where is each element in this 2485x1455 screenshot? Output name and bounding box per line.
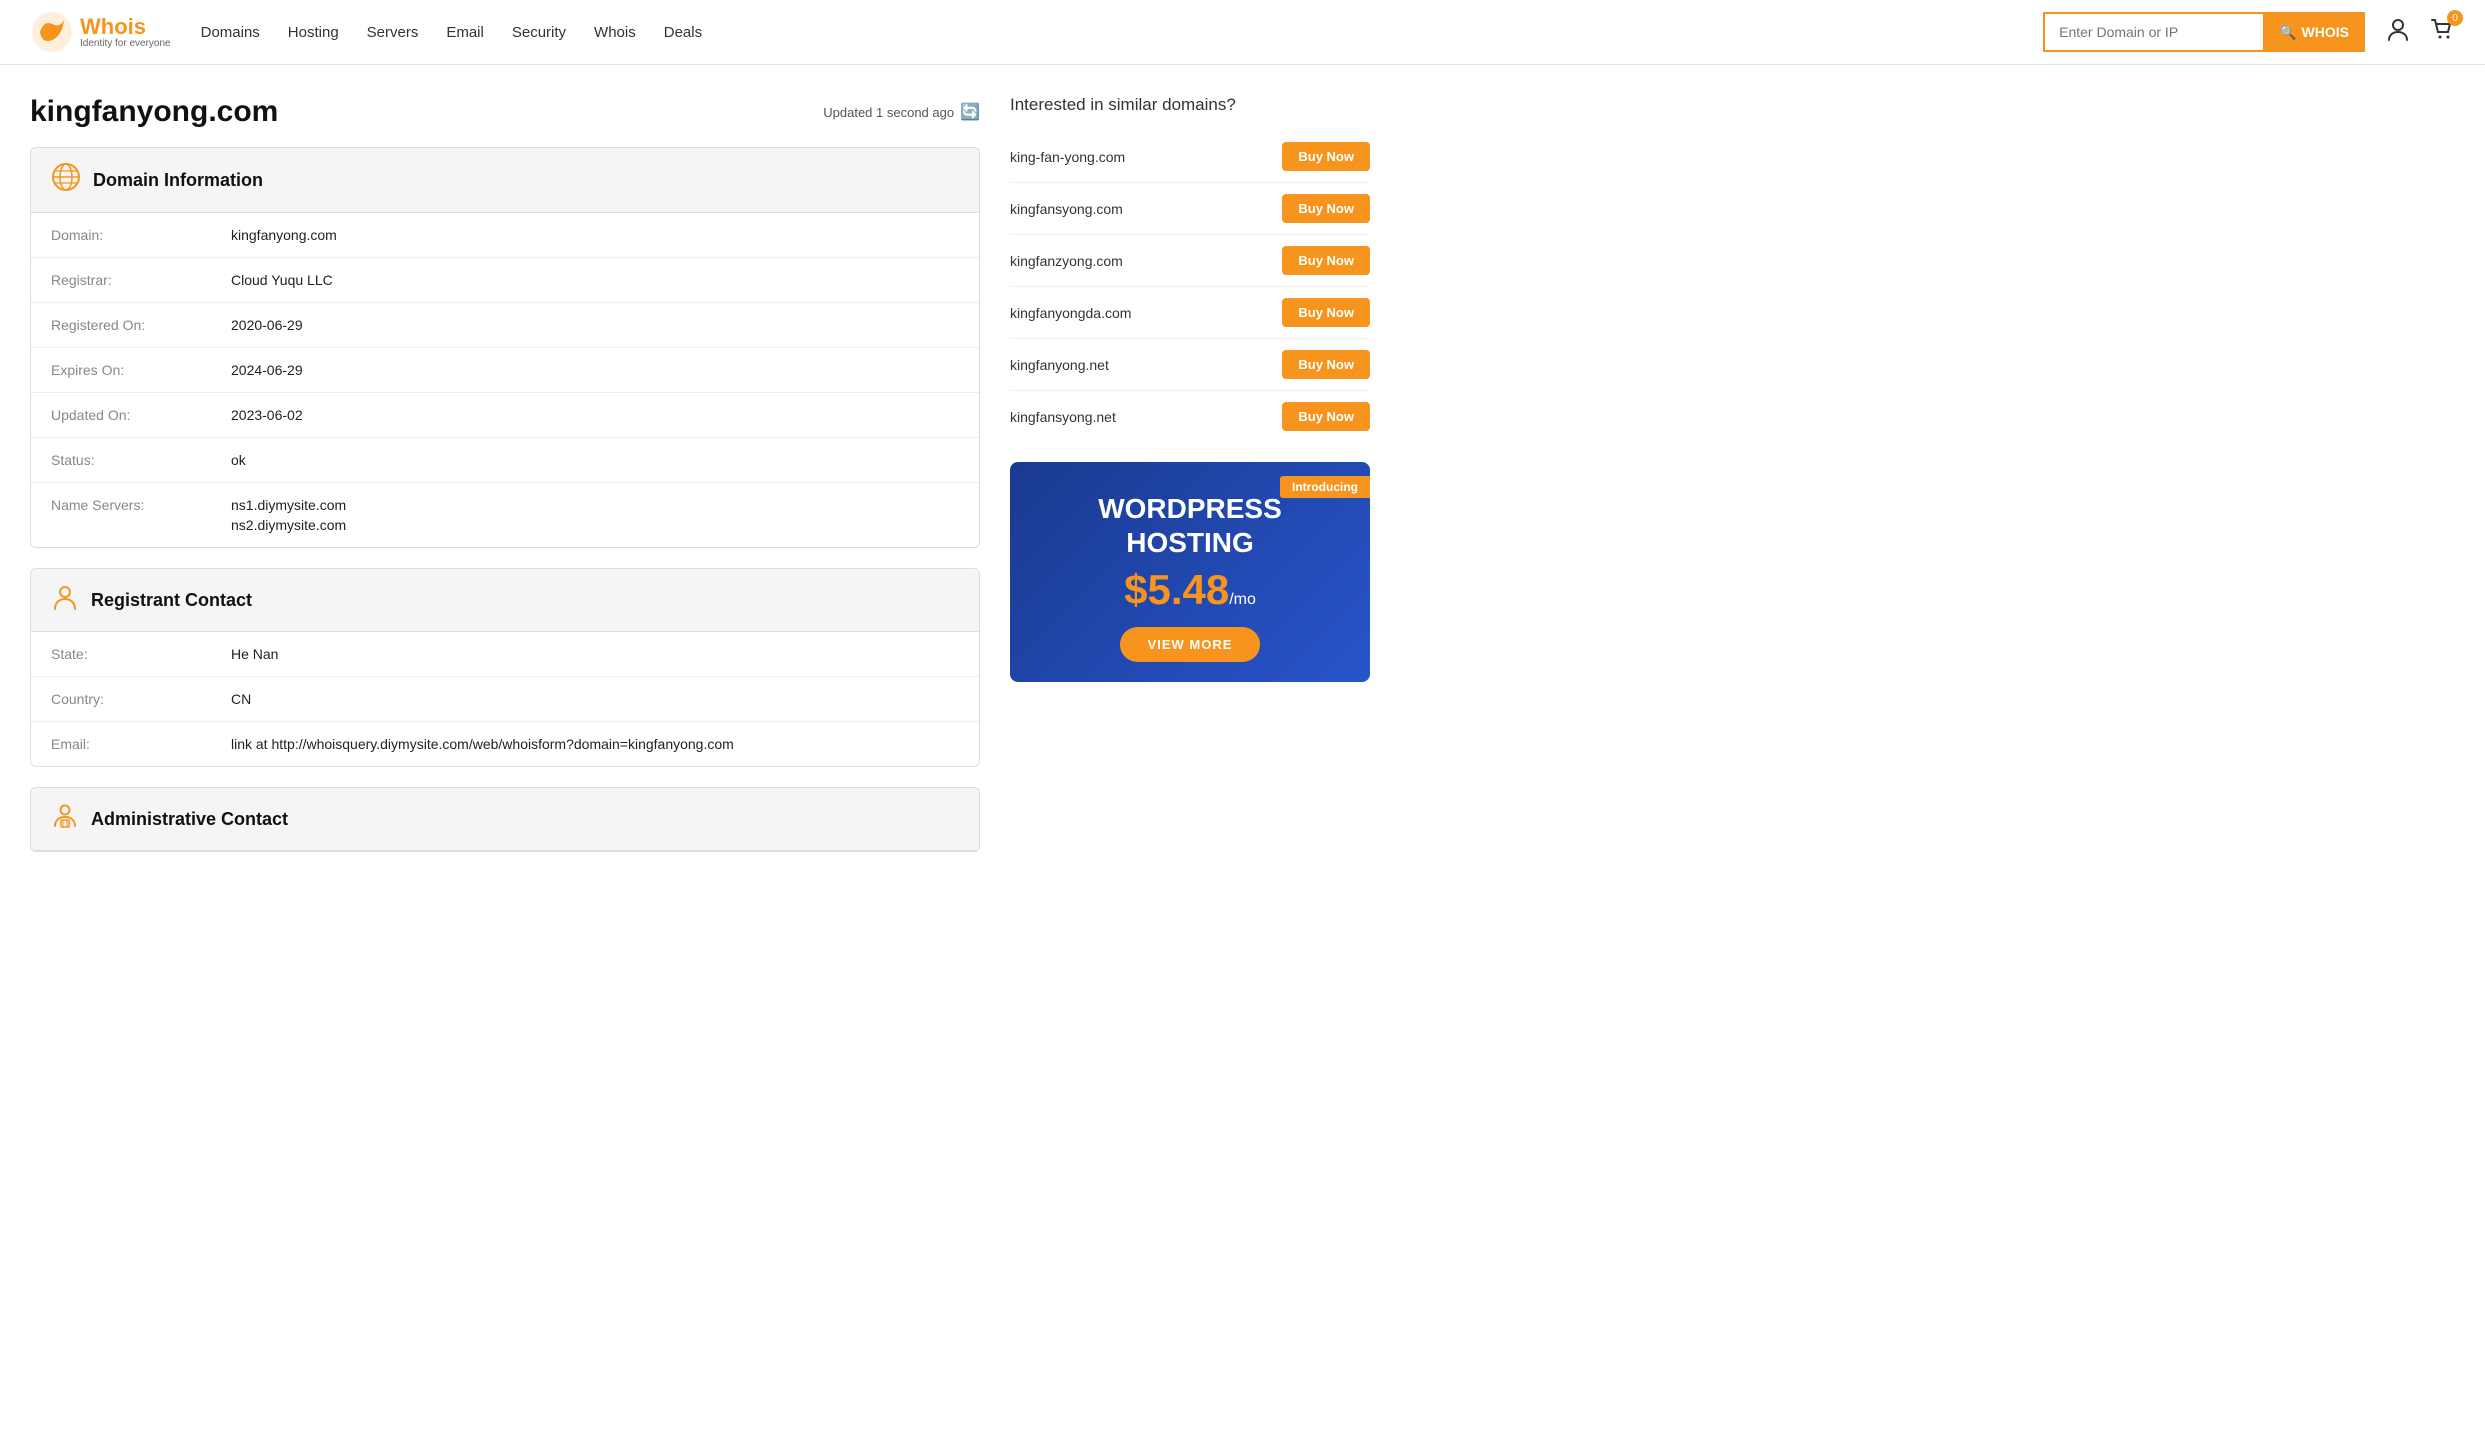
user-icon[interactable] (2385, 16, 2411, 48)
buy-now-button-1[interactable]: Buy Now (1282, 194, 1370, 223)
table-row: Status: ok (31, 438, 979, 483)
similar-domains-title: Interested in similar domains? (1010, 95, 1370, 115)
ad-price: $5.48/mo (1030, 569, 1350, 611)
buy-now-button-4[interactable]: Buy Now (1282, 350, 1370, 379)
main-nav: Domains Hosting Servers Email Security W… (201, 24, 2044, 41)
similar-domain-item: kingfansyong.com Buy Now (1010, 183, 1370, 235)
person-icon (51, 583, 79, 617)
admin-contact-card: Administrative Contact (30, 787, 980, 852)
table-row: Expires On: 2024-06-29 (31, 348, 979, 393)
refresh-icon[interactable]: 🔄 (960, 102, 980, 122)
site-header: Whois Identity for everyone Domains Host… (0, 0, 2485, 65)
buy-now-button-2[interactable]: Buy Now (1282, 246, 1370, 275)
domain-info-header: Domain Information (31, 148, 979, 213)
admin-contact-header: Administrative Contact (31, 788, 979, 851)
ad-banner: Introducing WORDPRESSHOSTING $5.48/mo VI… (1010, 462, 1370, 682)
domain-info-card: Domain Information Domain: kingfanyong.c… (30, 147, 980, 548)
similar-domain-item: kingfanzyong.com Buy Now (1010, 235, 1370, 287)
table-row: Email: link at http://whoisquery.diymysi… (31, 722, 979, 766)
ad-view-more-button[interactable]: VIEW MORE (1120, 627, 1261, 662)
ad-title: WORDPRESSHOSTING (1030, 492, 1350, 559)
table-row: State: He Nan (31, 632, 979, 677)
logo-name: Whois (80, 16, 171, 38)
logo-tagline: Identity for everyone (80, 38, 171, 49)
page-title: kingfanyong.com (30, 95, 278, 129)
similar-domains-list: king-fan-yong.com Buy Now kingfansyong.c… (1010, 131, 1370, 442)
table-row: Registered On: 2020-06-29 (31, 303, 979, 348)
sidebar: Interested in similar domains? king-fan-… (1010, 95, 1370, 872)
admin-contact-title: Administrative Contact (91, 809, 288, 830)
similar-domain-item: kingfanyongda.com Buy Now (1010, 287, 1370, 339)
www-icon (51, 162, 81, 198)
registrant-contact-card: Registrant Contact State: He Nan Country… (30, 568, 980, 767)
cart-icon[interactable]: 0 (2429, 16, 2455, 48)
buy-now-button-5[interactable]: Buy Now (1282, 402, 1370, 431)
table-row: Updated On: 2023-06-02 (31, 393, 979, 438)
page-content: kingfanyong.com Updated 1 second ago 🔄 (0, 65, 1400, 902)
admin-person-icon (51, 802, 79, 836)
registrant-contact-header: Registrant Contact (31, 569, 979, 632)
table-row: Registrar: Cloud Yuqu LLC (31, 258, 979, 303)
logo-icon (30, 10, 74, 54)
domain-info-title: Domain Information (93, 170, 263, 191)
search-button[interactable]: 🔍 WHOIS (2263, 12, 2365, 52)
nav-email[interactable]: Email (446, 24, 484, 41)
updated-status: Updated 1 second ago 🔄 (823, 102, 980, 122)
similar-domain-item: kingfansyong.net Buy Now (1010, 391, 1370, 442)
nav-security[interactable]: Security (512, 24, 566, 41)
similar-domain-item: king-fan-yong.com Buy Now (1010, 131, 1370, 183)
table-row: Country: CN (31, 677, 979, 722)
domain-info-table: Domain: kingfanyong.com Registrar: Cloud… (31, 213, 979, 547)
registrant-contact-title: Registrant Contact (91, 590, 252, 611)
nav-whois[interactable]: Whois (594, 24, 636, 41)
nav-deals[interactable]: Deals (664, 24, 702, 41)
header-icons: 0 (2385, 16, 2455, 48)
logo[interactable]: Whois Identity for everyone (30, 10, 171, 54)
main-column: kingfanyong.com Updated 1 second ago 🔄 (30, 95, 980, 872)
similar-domain-item: kingfanyong.net Buy Now (1010, 339, 1370, 391)
buy-now-button-3[interactable]: Buy Now (1282, 298, 1370, 327)
cart-badge: 0 (2447, 10, 2463, 26)
search-icon: 🔍 (2279, 24, 2296, 41)
search-bar: 🔍 WHOIS (2043, 12, 2365, 52)
nav-hosting[interactable]: Hosting (288, 24, 339, 41)
ad-introducing-label: Introducing (1280, 476, 1370, 498)
registrant-table: State: He Nan Country: CN Email: link at… (31, 632, 979, 766)
buy-now-button-0[interactable]: Buy Now (1282, 142, 1370, 171)
nav-domains[interactable]: Domains (201, 24, 260, 41)
nav-servers[interactable]: Servers (367, 24, 419, 41)
name-servers-value: ns1.diymysite.com ns2.diymysite.com (231, 497, 959, 533)
search-input[interactable] (2043, 12, 2263, 52)
table-row: Domain: kingfanyong.com (31, 213, 979, 258)
page-title-row: kingfanyong.com Updated 1 second ago 🔄 (30, 95, 980, 129)
table-row: Name Servers: ns1.diymysite.com ns2.diym… (31, 483, 979, 547)
